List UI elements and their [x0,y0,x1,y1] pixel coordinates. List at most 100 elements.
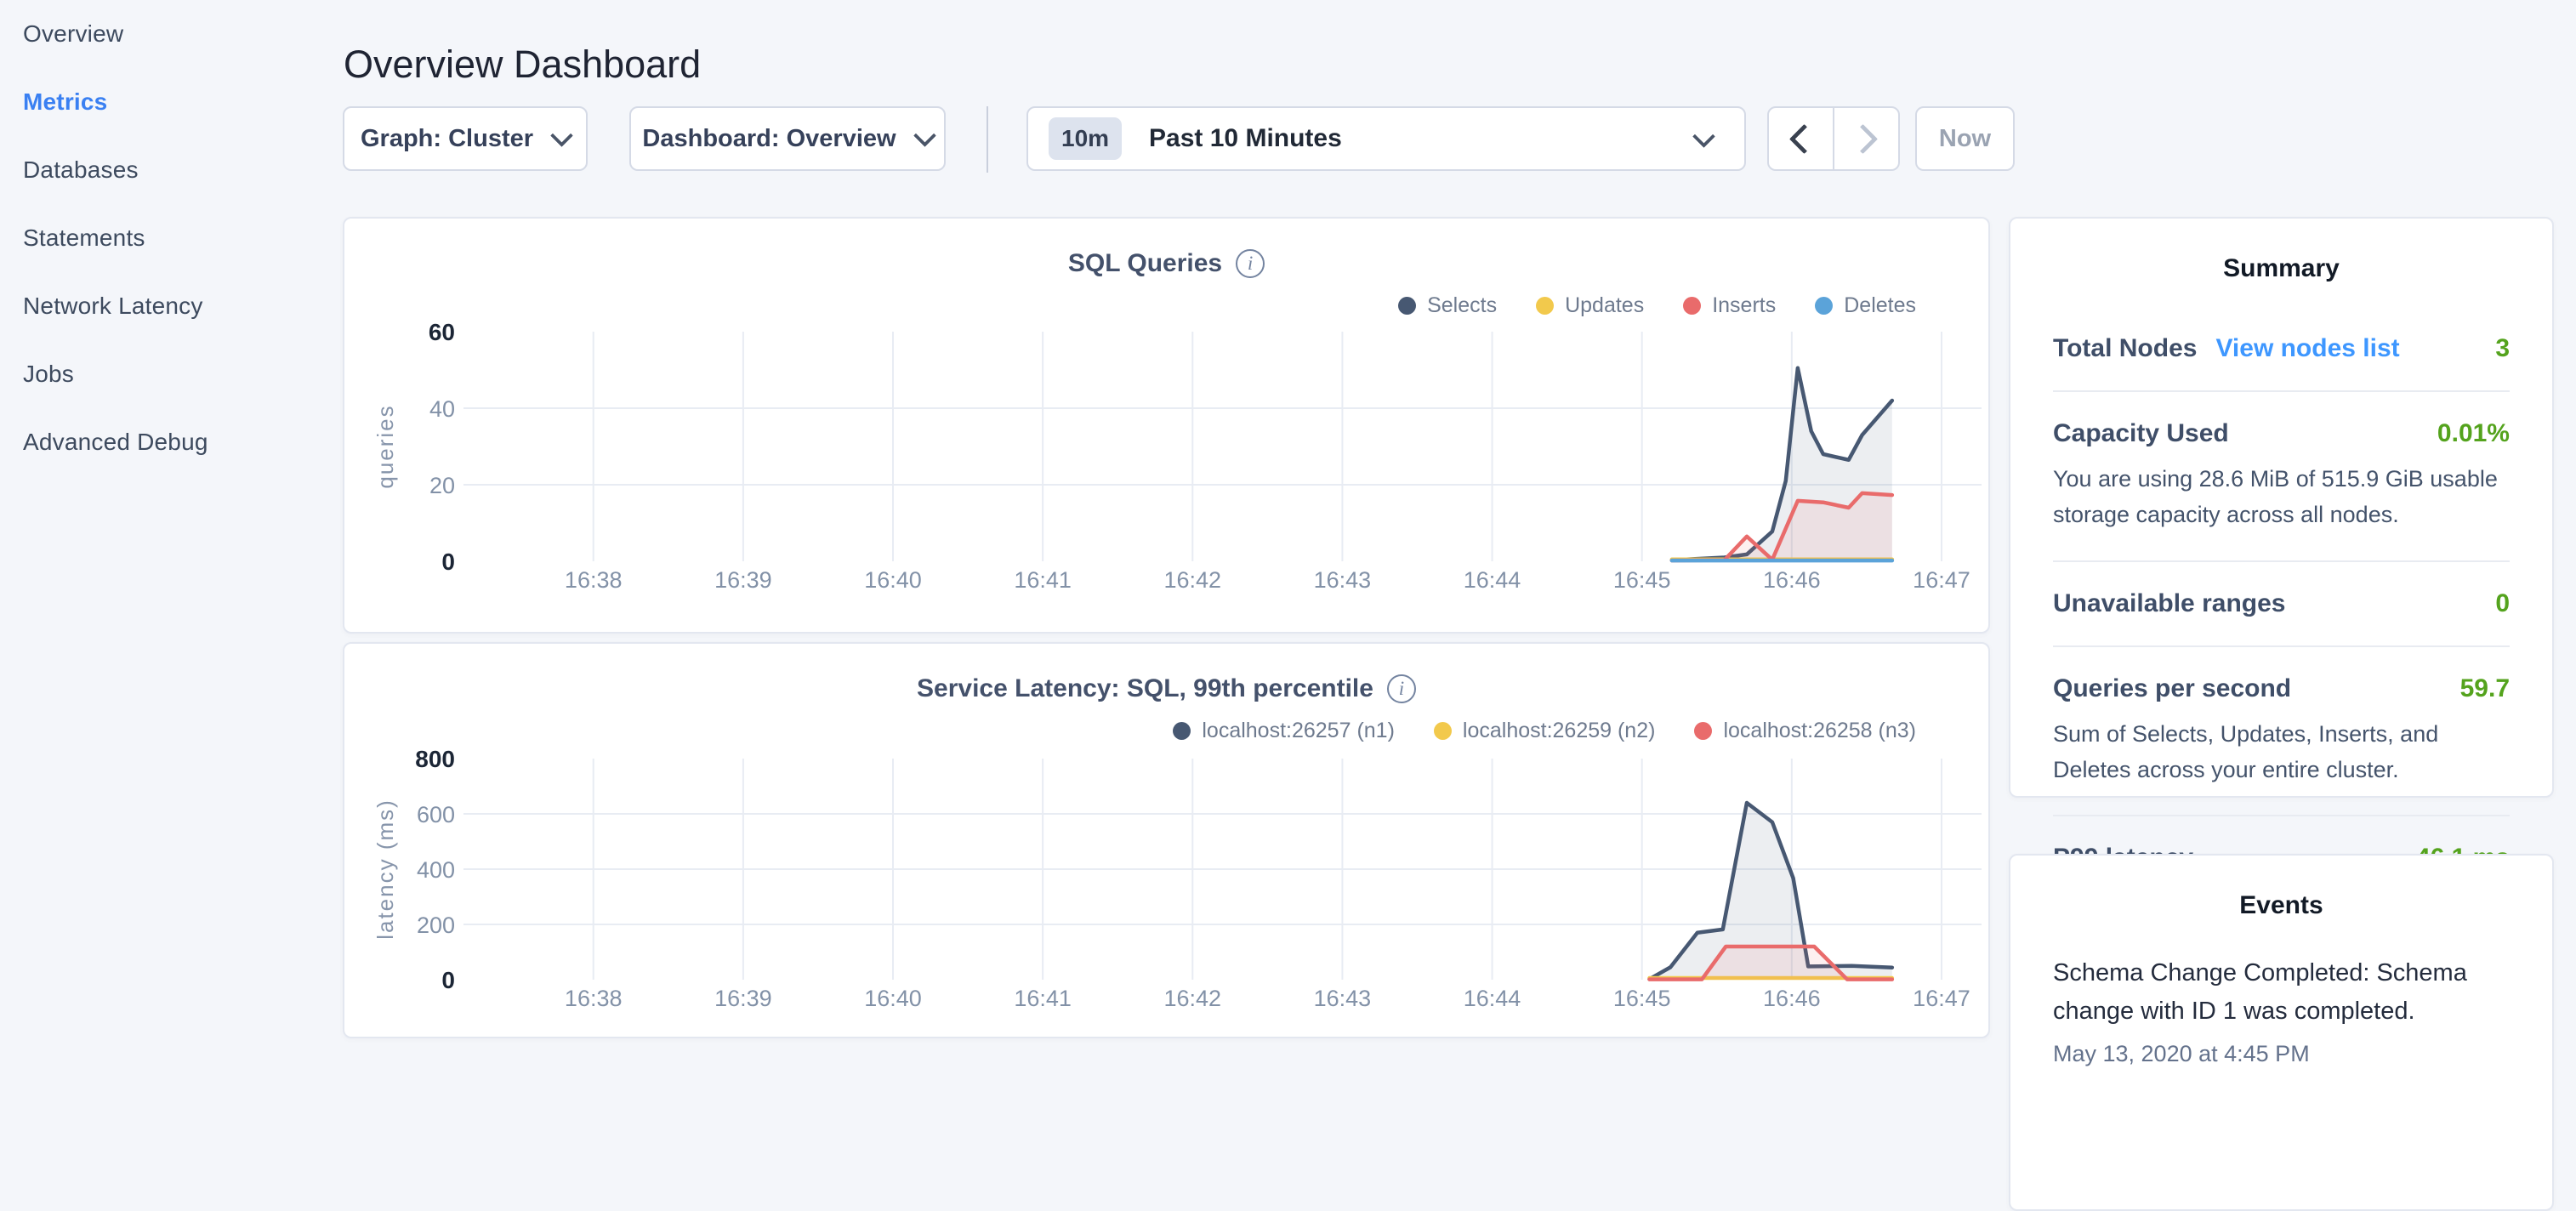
summary-title: Summary [2010,219,2552,283]
legend-label: Selects [1427,293,1497,318]
summary-row: Queries per second 59.7 Sum of Selects, Up… [2053,647,2510,817]
svg-text:16:43: 16:43 [1314,567,1372,593]
svg-text:latency (ms): latency (ms) [372,799,398,940]
chart-header: Service Latency: SQL, 99th percentile [344,644,1988,703]
legend-dot [1173,722,1191,740]
legend-item: localhost:26258 (n3) [1694,719,1916,743]
legend-label: Deletes [1844,293,1916,318]
legend-dot [1683,297,1701,315]
legend-dot [1815,297,1833,315]
svg-text:16:38: 16:38 [565,986,623,1011]
svg-text:16:46: 16:46 [1763,567,1821,593]
chevron-right-icon [1848,123,1878,153]
now-button[interactable]: Now [1915,106,2015,171]
svg-text:16:45: 16:45 [1613,567,1671,593]
svg-text:16:44: 16:44 [1464,567,1521,593]
time-range-label: Past 10 Minutes [1149,124,1342,153]
controls-divider [987,106,988,173]
legend-label: Inserts [1712,293,1776,318]
legend-item: Updates [1536,293,1644,318]
legend-item: Selects [1398,293,1497,318]
svg-text:600: 600 [417,802,455,827]
summary-description: Sum of Selects, Updates, Inserts, and De… [2053,717,2510,788]
chart-header: SQL Queries [344,219,1988,278]
chevron-left-icon [1789,123,1819,153]
events-list: Schema Change Completed: Schema change w… [2010,954,2552,1067]
svg-text:16:42: 16:42 [1163,567,1221,593]
svg-text:0: 0 [441,967,455,993]
events-title: Events [2010,856,2552,920]
svg-text:16:38: 16:38 [565,567,623,593]
svg-text:queries: queries [372,404,398,488]
view-nodes-link[interactable]: View nodes list [2215,334,2399,363]
now-button-label: Now [1939,125,1991,153]
summary-value: 59.7 [2460,674,2510,703]
chart-legend: Selects Updates Inserts Deletes [1398,293,1916,318]
legend-label: Updates [1565,293,1644,318]
chevron-down-icon [550,124,573,147]
time-range-pager [1767,106,1900,171]
svg-text:16:42: 16:42 [1163,986,1221,1011]
chart-title: SQL Queries [1068,249,1222,278]
chart-panel-sql-queries: SQL Queries Selects Updates Inserts Deletes… [343,217,1990,634]
summary-panel: Summary Total NodesView nodes list3Capac… [2009,217,2554,798]
svg-text:800: 800 [415,746,455,772]
legend-item: localhost:26257 (n1) [1173,719,1395,743]
events-panel: Events Schema Change Completed: Schema c… [2009,854,2554,1211]
summary-value: 3 [2495,334,2510,363]
info-icon[interactable] [1236,249,1265,278]
legend-label: localhost:26257 (n1) [1202,719,1395,743]
sidebar-item-databases[interactable]: Databases [0,136,340,204]
svg-text:0: 0 [441,549,455,575]
svg-text:16:39: 16:39 [714,986,772,1011]
summary-label: Unavailable ranges [2053,589,2285,618]
summary-row: Unavailable ranges 0 [2053,562,2510,647]
event-message: Schema Change Completed: Schema change w… [2053,954,2510,1031]
sidebar-item-advanced-debug[interactable]: Advanced Debug [0,408,340,476]
svg-text:200: 200 [417,913,455,938]
summary-value: 0 [2495,589,2510,618]
svg-text:16:40: 16:40 [864,986,922,1011]
legend-item: Inserts [1683,293,1776,318]
svg-text:16:45: 16:45 [1613,986,1671,1011]
chevron-down-icon [913,124,936,147]
graph-dropdown-label: Graph: Cluster [361,125,533,153]
sidebar-item-overview[interactable]: Overview [0,0,340,68]
page-title: Overview Dashboard [344,43,701,87]
graph-dropdown[interactable]: Graph: Cluster [343,106,588,171]
legend-item: Deletes [1815,293,1916,318]
chart-legend: localhost:26257 (n1) localhost:26259 (n2)… [1173,719,1916,743]
svg-text:16:44: 16:44 [1464,986,1521,1011]
event-timestamp: May 13, 2020 at 4:45 PM [2053,1041,2510,1067]
sidebar-item-network-latency[interactable]: Network Latency [0,272,340,340]
svg-text:16:39: 16:39 [714,567,772,593]
time-range-badge: 10m [1049,117,1122,160]
svg-text:16:47: 16:47 [1913,986,1970,1011]
sidebar-item-jobs[interactable]: Jobs [0,340,340,408]
svg-text:400: 400 [417,857,455,883]
time-range-selector[interactable]: 10m Past 10 Minutes [1026,106,1746,171]
summary-value: 0.01% [2437,419,2510,448]
legend-dot [1694,722,1712,740]
sql-queries-plot[interactable]: 16:3816:3916:4016:4116:4216:4316:4416:45… [344,219,1988,632]
info-icon[interactable] [1387,674,1416,703]
summary-row: Capacity Used0.01%You are using 28.6 MiB… [2053,392,2510,562]
chart-title: Service Latency: SQL, 99th percentile [917,674,1373,703]
svg-text:16:46: 16:46 [1763,986,1821,1011]
svg-text:40: 40 [429,396,455,422]
sidebar-item-statements[interactable]: Statements [0,204,340,272]
event-item: Schema Change Completed: Schema change w… [2010,954,2552,1067]
prev-range-button[interactable] [1769,108,1833,169]
summary-label: Queries per second [2053,674,2291,703]
summary-row: Total NodesView nodes list3 [2053,307,2510,392]
summary-description: You are using 28.6 MiB of 515.9 GiB usab… [2053,462,2510,533]
dashboard-dropdown[interactable]: Dashboard: Overview [629,106,946,171]
controls-bar: Graph: Cluster Dashboard: Overview 10m P… [343,106,2044,173]
sidebar-item-metrics[interactable]: Metrics [0,68,340,136]
legend-item: localhost:26259 (n2) [1434,719,1656,743]
next-range-button[interactable] [1833,108,1898,169]
chart-panel-service-latency: Service Latency: SQL, 99th percentile lo… [343,642,1990,1038]
svg-text:60: 60 [429,319,455,345]
legend-dot [1398,297,1416,315]
legend-label: localhost:26258 (n3) [1723,719,1916,743]
